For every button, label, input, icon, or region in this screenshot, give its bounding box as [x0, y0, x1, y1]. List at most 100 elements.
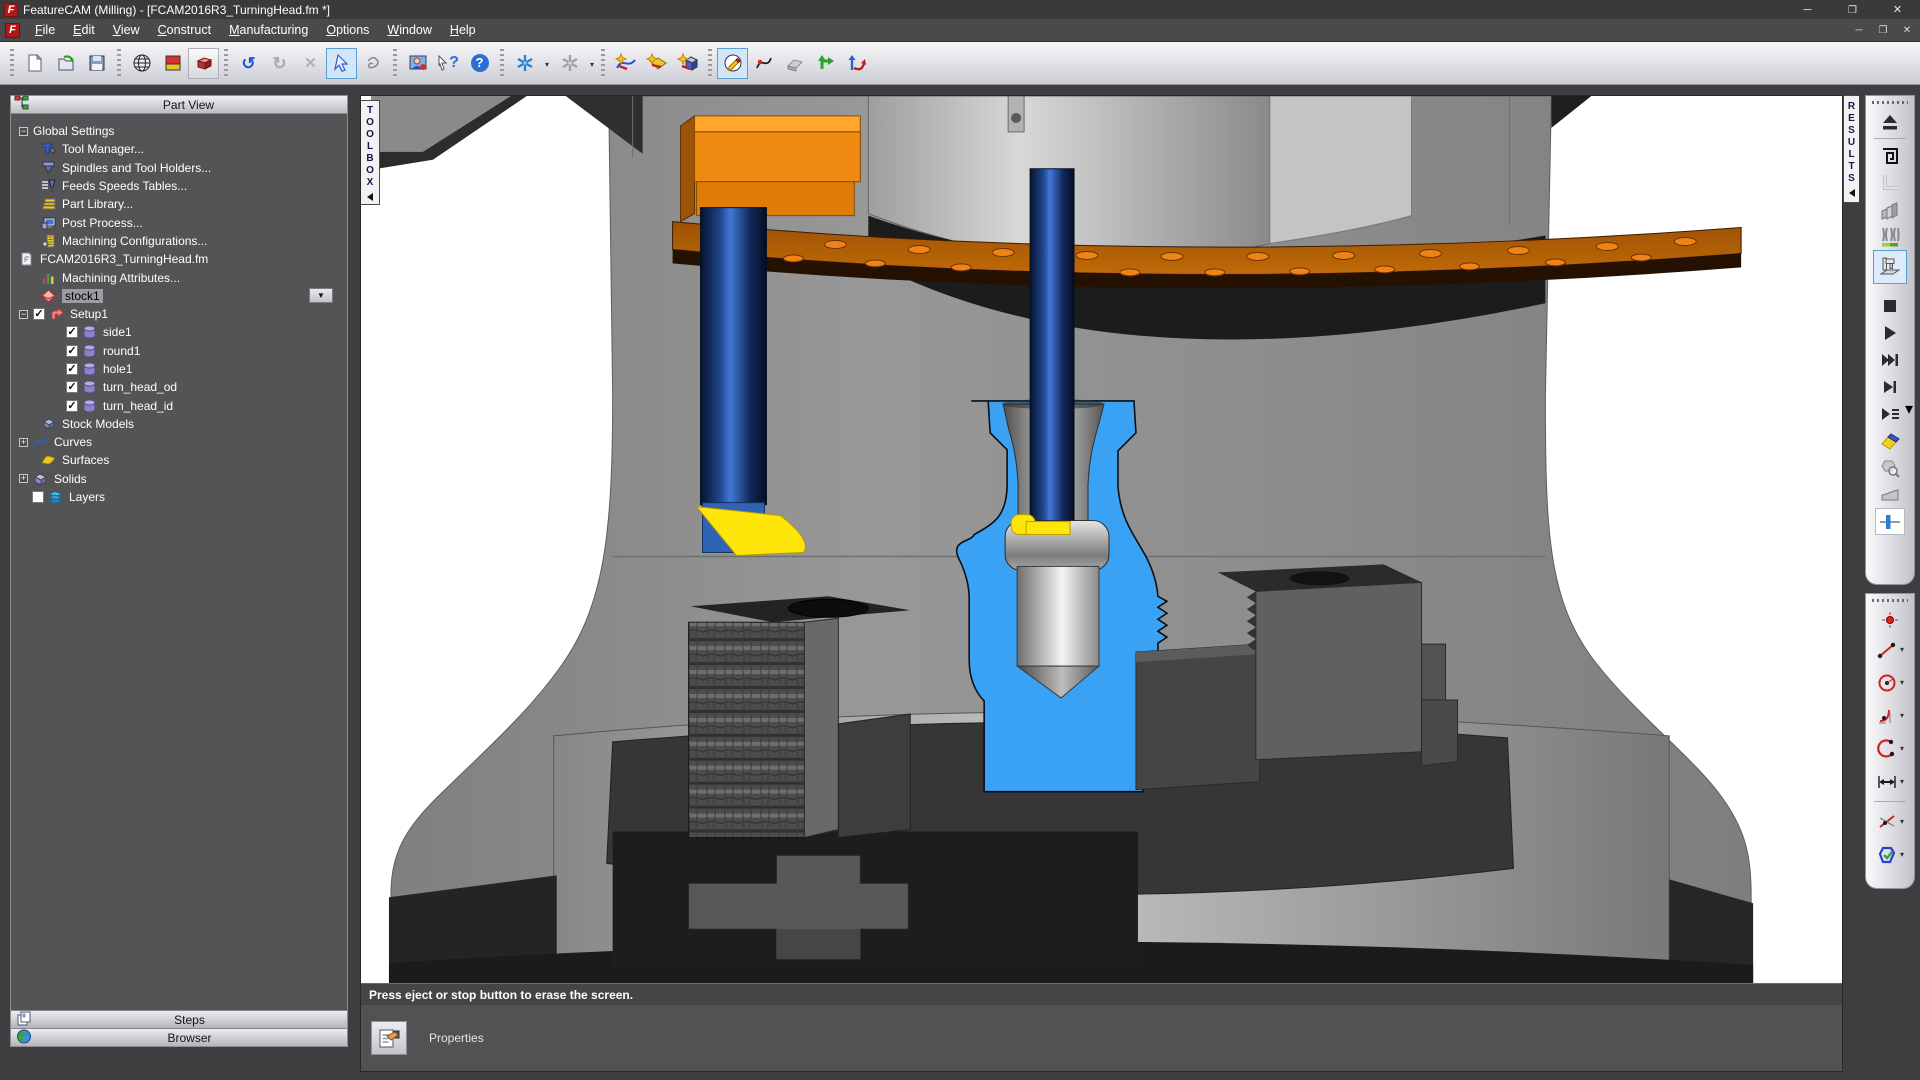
- speed-slider[interactable]: [1875, 508, 1905, 535]
- tree-item-spindles[interactable]: Spindles and Tool Holders...: [11, 159, 347, 177]
- tree-item-global-settings[interactable]: Global Settings: [11, 122, 347, 140]
- child-minimize-button[interactable]: [1848, 22, 1870, 39]
- redo-button[interactable]: ↻: [264, 48, 295, 79]
- geometry-constructors-button[interactable]: [717, 48, 748, 79]
- toolbar-grip[interactable]: [1872, 101, 1908, 104]
- curve-wizard-button[interactable]: [610, 48, 641, 79]
- restore-button[interactable]: [1830, 0, 1875, 19]
- tree-item-setup1[interactable]: Setup1: [11, 305, 347, 323]
- child-restore-button[interactable]: [1872, 22, 1894, 39]
- menu-help[interactable]: Help: [441, 20, 485, 40]
- tree-item-surfaces[interactable]: Surfaces: [11, 451, 347, 469]
- toolbar-grip[interactable]: [708, 49, 712, 77]
- menu-view[interactable]: View: [104, 20, 149, 40]
- delete-button[interactable]: ✕: [295, 48, 326, 79]
- context-help-button[interactable]: ?: [433, 48, 464, 79]
- properties-button[interactable]: [371, 1021, 407, 1055]
- tree-item-stock1[interactable]: stock1: [11, 287, 347, 305]
- spline-button[interactable]: [748, 48, 779, 79]
- section-button[interactable]: [1875, 481, 1905, 508]
- toolbar-grip[interactable]: [500, 49, 504, 77]
- browser-tab[interactable]: Browser: [11, 1028, 347, 1046]
- centerline-button[interactable]: [1875, 169, 1905, 196]
- tree-item-tool-manager[interactable]: Tool Manager...: [11, 140, 347, 158]
- tree-item-round1[interactable]: round1: [11, 342, 347, 360]
- tree-item-stock-models[interactable]: Stock Models: [11, 415, 347, 433]
- toolbar-grip[interactable]: [10, 49, 14, 77]
- menu-window[interactable]: Window: [378, 20, 440, 40]
- menu-edit[interactable]: Edit: [64, 20, 104, 40]
- fillet-tool[interactable]: ▾: [1876, 699, 1904, 732]
- save-button[interactable]: [81, 48, 112, 79]
- menu-file[interactable]: File: [26, 20, 64, 40]
- eject-button[interactable]: [1875, 108, 1905, 135]
- feature-checkbox[interactable]: [66, 345, 78, 357]
- tree-item-layers[interactable]: Layers: [11, 488, 347, 506]
- rotate-button[interactable]: [841, 48, 872, 79]
- feature-checkbox[interactable]: [66, 400, 78, 412]
- toolbar-grip[interactable]: [224, 49, 228, 77]
- color-scheme-button[interactable]: [157, 48, 188, 79]
- point-button[interactable]: [1875, 606, 1905, 633]
- single-step-button[interactable]: [1875, 373, 1905, 400]
- layers-checkbox[interactable]: [32, 491, 44, 503]
- line-tool[interactable]: ▾: [1876, 633, 1904, 666]
- feature-checkbox[interactable]: [66, 326, 78, 338]
- stock-dropdown-button[interactable]: [309, 288, 333, 303]
- results-tab[interactable]: RESULTS: [1843, 95, 1859, 203]
- tolerance-button[interactable]: [1875, 454, 1905, 481]
- simulation-canvas[interactable]: [361, 96, 1842, 983]
- tree-item-curves[interactable]: Curves: [11, 433, 347, 451]
- expander-icon[interactable]: [19, 474, 28, 483]
- snap-grid-button[interactable]: [554, 48, 585, 79]
- help-button[interactable]: ?: [464, 48, 495, 79]
- tree-item-post-process[interactable]: Post Process...: [11, 213, 347, 231]
- translate-button[interactable]: [810, 48, 841, 79]
- play-to-operation-button[interactable]: ▾: [1875, 400, 1905, 427]
- expander-icon[interactable]: [19, 438, 28, 447]
- open-file-button[interactable]: [50, 48, 81, 79]
- tree-item-part-library[interactable]: Part Library...: [11, 195, 347, 213]
- toolbar-grip[interactable]: [117, 49, 121, 77]
- feature-checkbox[interactable]: [66, 381, 78, 393]
- toolbar-grip[interactable]: [1872, 599, 1908, 602]
- child-close-button[interactable]: [1896, 22, 1918, 39]
- new-document-button[interactable]: [19, 48, 50, 79]
- solid-simulation-button[interactable]: [1875, 196, 1905, 223]
- stop-button[interactable]: [1875, 292, 1905, 319]
- customer-assist-button[interactable]: [402, 48, 433, 79]
- fast-forward-button[interactable]: [1875, 346, 1905, 373]
- part-view-header[interactable]: Part View: [11, 96, 347, 114]
- arc-tool[interactable]: ▾: [1876, 732, 1904, 765]
- tree-item-turn-head-od[interactable]: turn_head_od: [11, 378, 347, 396]
- chamfer-button[interactable]: [779, 48, 810, 79]
- toolpath-button[interactable]: [1875, 142, 1905, 169]
- tree-item-machining-configs[interactable]: Machining Configurations...: [11, 232, 347, 250]
- undo-button[interactable]: ↺: [233, 48, 264, 79]
- toolbox-tab[interactable]: TOOLBOX: [361, 100, 380, 205]
- tree-item-feeds-speeds[interactable]: Feeds Speeds Tables...: [11, 177, 347, 195]
- select-button[interactable]: [326, 48, 357, 79]
- stock-brick-button[interactable]: [188, 48, 219, 79]
- polygon-check-tool[interactable]: ▾: [1876, 838, 1904, 871]
- tree-item-side1[interactable]: side1: [11, 323, 347, 341]
- circle-tool[interactable]: ▾: [1876, 666, 1904, 699]
- menu-manufacturing[interactable]: Manufacturing: [220, 20, 317, 40]
- view-globe-button[interactable]: [126, 48, 157, 79]
- menu-options[interactable]: Options: [317, 20, 378, 40]
- machine-simulation-scene[interactable]: TOOLBOX: [361, 96, 1842, 983]
- expander-icon[interactable]: [19, 310, 28, 319]
- machine-simulation-button[interactable]: [1873, 250, 1907, 284]
- close-button[interactable]: [1875, 0, 1920, 19]
- surface-wizard-button[interactable]: [641, 48, 672, 79]
- menu-construct[interactable]: Construct: [149, 20, 221, 40]
- play-button[interactable]: [1875, 319, 1905, 346]
- rapidcut-button[interactable]: [1875, 223, 1905, 250]
- toolbar-grip[interactable]: [393, 49, 397, 77]
- expander-icon[interactable]: [19, 127, 28, 136]
- setup-checkbox[interactable]: [33, 308, 45, 320]
- dimension-tool[interactable]: ▾: [1876, 765, 1904, 798]
- tree-item-hole1[interactable]: hole1: [11, 360, 347, 378]
- tree-item-document[interactable]: FCAM2016R3_TurningHead.fm: [11, 250, 347, 268]
- tree-item-solids[interactable]: Solids: [11, 470, 347, 488]
